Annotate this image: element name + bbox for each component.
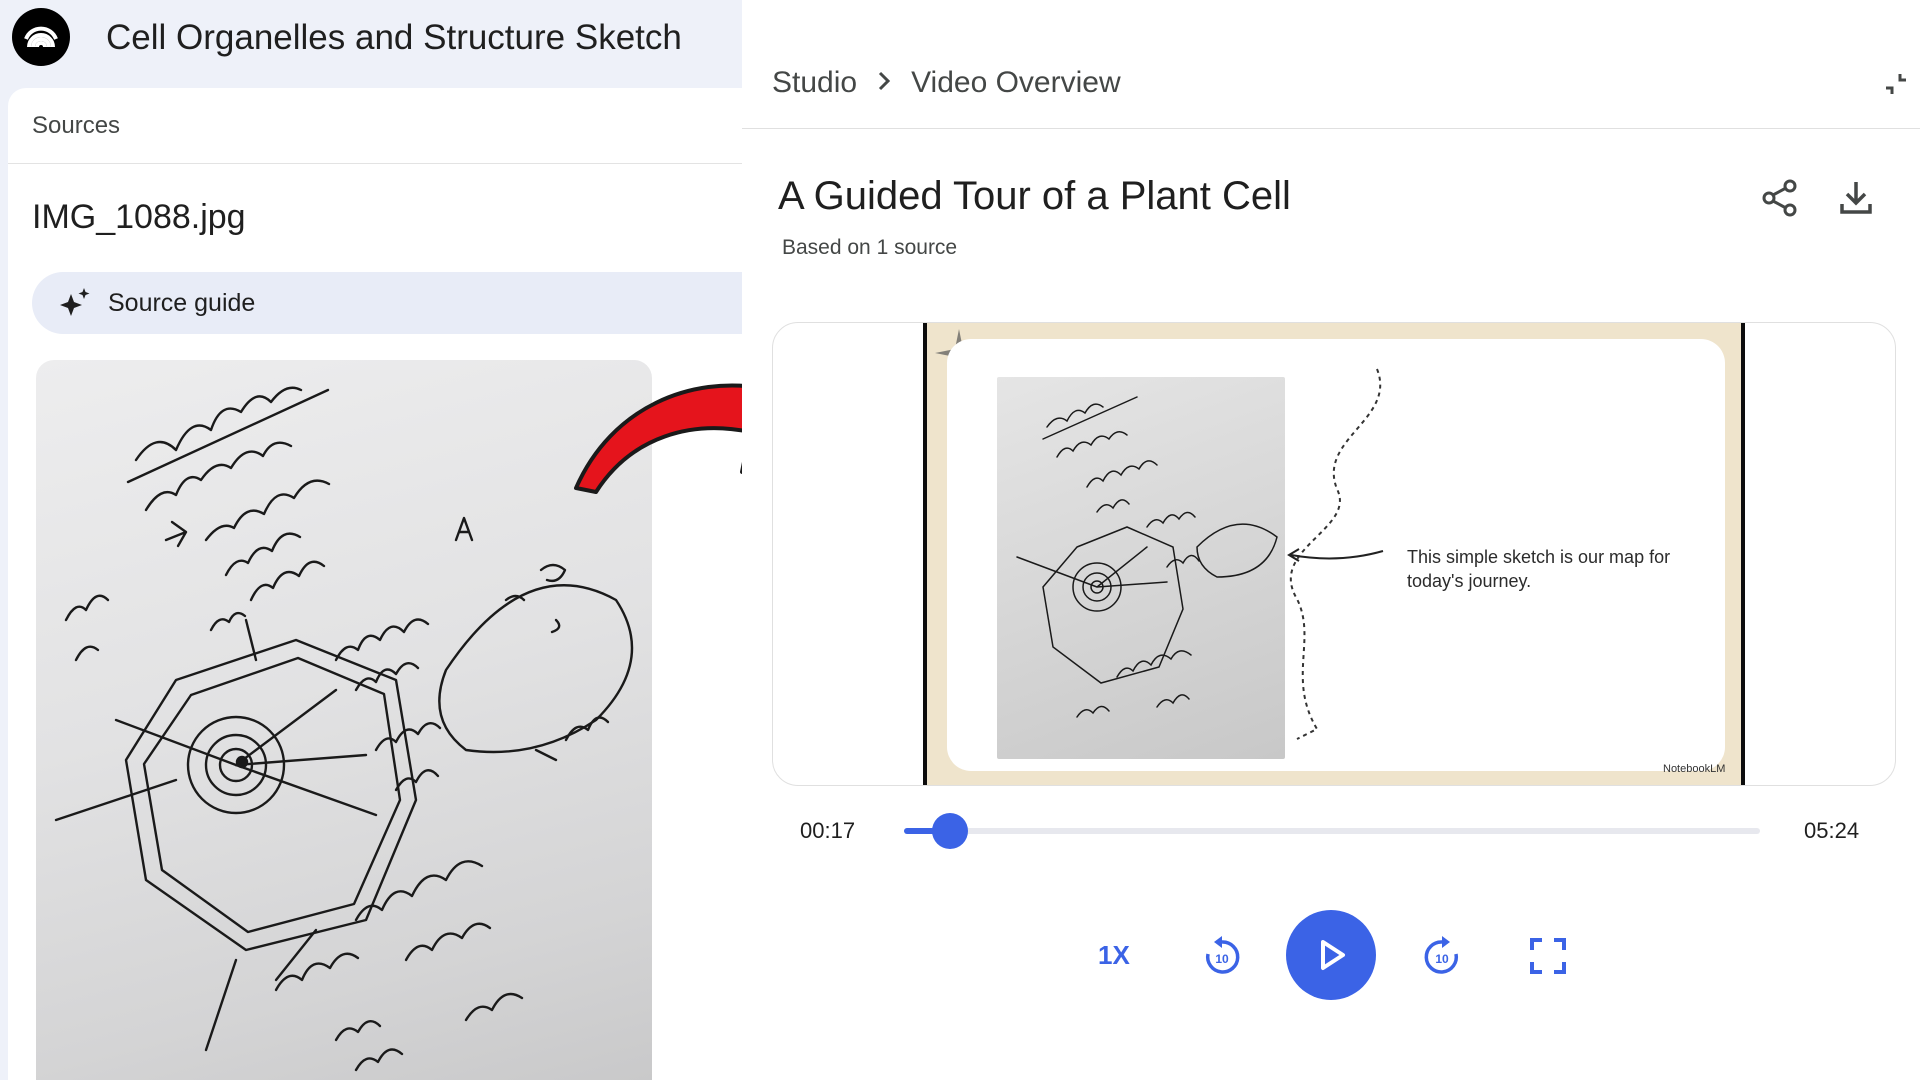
rewind-10-icon[interactable]: 10 bbox=[1200, 934, 1244, 978]
seek-thumb[interactable] bbox=[932, 813, 969, 849]
source-guide-label: Source guide bbox=[108, 288, 256, 317]
video-screen[interactable]: This simple sketch is our map for today'… bbox=[923, 323, 1745, 785]
playback-speed-button[interactable]: 1X bbox=[1098, 940, 1130, 971]
breadcrumb-studio[interactable]: Studio bbox=[772, 66, 857, 100]
play-icon bbox=[1321, 940, 1345, 970]
screen: Cell Organelles and Structure Sketch Sou… bbox=[0, 0, 1920, 1080]
svg-text:10: 10 bbox=[1435, 952, 1449, 966]
sparkle-icon bbox=[60, 288, 90, 316]
sources-card: Sources IMG_1088.jpg Source guide bbox=[8, 88, 742, 1080]
slide-card: This simple sketch is our map for today'… bbox=[947, 339, 1725, 775]
studio-panel: Studio Video Overview A Guided Tour of a… bbox=[742, 40, 1920, 1080]
fullscreen-icon[interactable] bbox=[1528, 936, 1568, 976]
notebook-title: Cell Organelles and Structure Sketch bbox=[106, 18, 682, 57]
video-title: A Guided Tour of a Plant Cell bbox=[778, 174, 1291, 218]
video-slide: This simple sketch is our map for today'… bbox=[927, 323, 1741, 785]
source-guide-button[interactable]: Source guide bbox=[32, 272, 742, 334]
notebooklm-logo-icon[interactable] bbox=[12, 8, 70, 66]
slide-brand: NotebookLM bbox=[1663, 763, 1726, 775]
panel-divider bbox=[742, 128, 1920, 129]
collapse-icon[interactable] bbox=[1882, 70, 1910, 98]
chevron-right-icon bbox=[873, 67, 895, 99]
svg-text:10: 10 bbox=[1215, 952, 1229, 966]
current-time: 00:17 bbox=[800, 818, 856, 843]
forward-10-icon[interactable]: 10 bbox=[1420, 934, 1464, 978]
download-icon[interactable] bbox=[1836, 178, 1876, 218]
play-button[interactable] bbox=[1286, 910, 1376, 1000]
sources-panel: Cell Organelles and Structure Sketch Sou… bbox=[0, 0, 742, 1080]
playback-controls: 1X 10 10 bbox=[742, 910, 1920, 1010]
sources-header: Sources bbox=[8, 88, 742, 164]
total-time: 05:24 bbox=[1804, 818, 1860, 843]
seek-bar[interactable] bbox=[904, 813, 1760, 849]
slide-caption: This simple sketch is our map for today'… bbox=[1407, 547, 1671, 591]
breadcrumb-video-overview: Video Overview bbox=[911, 66, 1121, 99]
handwritten-plant-cell-sketch bbox=[36, 360, 652, 1080]
video-subtitle: Based on 1 source bbox=[782, 236, 958, 259]
breadcrumb: Studio Video Overview bbox=[772, 66, 1121, 100]
app-header: Cell Organelles and Structure Sketch bbox=[0, 0, 742, 86]
slide-sketch-photo bbox=[997, 377, 1285, 759]
source-filename: IMG_1088.jpg bbox=[32, 198, 246, 236]
arrow-left-icon bbox=[1287, 548, 1384, 562]
share-icon[interactable] bbox=[1760, 178, 1800, 218]
video-player-frame[interactable]: This simple sketch is our map for today'… bbox=[772, 322, 1896, 786]
